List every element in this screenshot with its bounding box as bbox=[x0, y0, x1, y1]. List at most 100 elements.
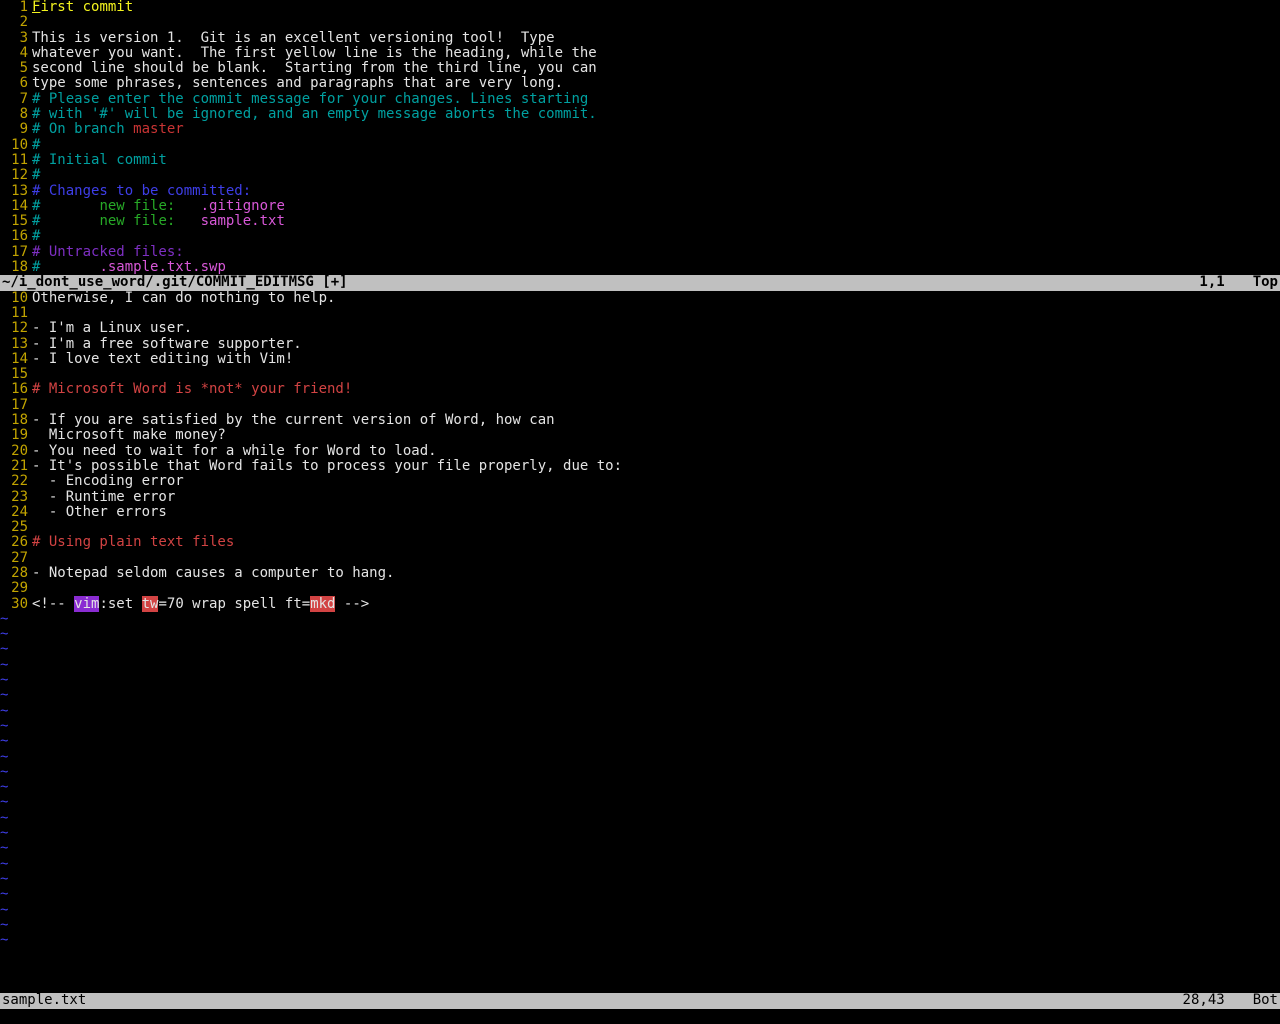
line-number: 14 bbox=[0, 199, 32, 214]
line-content[interactable]: # Initial commit bbox=[32, 153, 1280, 168]
code-line[interactable]: 3This is version 1. Git is an excellent … bbox=[0, 31, 1280, 46]
line-content[interactable]: - It's possible that Word fails to proce… bbox=[32, 459, 1280, 474]
line-content[interactable] bbox=[32, 520, 1280, 535]
top-status-scroll: Top bbox=[1253, 275, 1278, 290]
line-content[interactable]: Microsoft make money? bbox=[32, 428, 1280, 443]
line-content[interactable] bbox=[32, 306, 1280, 321]
line-number: 8 bbox=[0, 107, 32, 122]
code-line[interactable]: 15# new file: sample.txt bbox=[0, 214, 1280, 229]
bottom-pane[interactable]: 10Otherwise, I can do nothing to help.11… bbox=[0, 291, 1280, 994]
code-line[interactable]: 10Otherwise, I can do nothing to help. bbox=[0, 291, 1280, 306]
line-number: 5 bbox=[0, 61, 32, 76]
line-content[interactable]: # new file: sample.txt bbox=[32, 214, 1280, 229]
line-content[interactable]: - Encoding error bbox=[32, 474, 1280, 489]
command-line[interactable] bbox=[0, 1009, 1280, 1024]
line-number: 10 bbox=[0, 138, 32, 153]
empty-line: ~ bbox=[0, 750, 1280, 765]
code-line[interactable]: 24 - Other errors bbox=[0, 505, 1280, 520]
top-pane[interactable]: 1First commit23This is version 1. Git is… bbox=[0, 0, 1280, 275]
code-line[interactable]: 16# Microsoft Word is *not* your friend! bbox=[0, 382, 1280, 397]
line-content[interactable]: Otherwise, I can do nothing to help. bbox=[32, 291, 1280, 306]
code-line[interactable]: 21- It's possible that Word fails to pro… bbox=[0, 459, 1280, 474]
line-content[interactable]: This is version 1. Git is an excellent v… bbox=[32, 31, 1280, 46]
code-line[interactable]: 7# Please enter the commit message for y… bbox=[0, 92, 1280, 107]
code-line[interactable]: 27 bbox=[0, 551, 1280, 566]
code-line[interactable]: 18# .sample.txt.swp bbox=[0, 260, 1280, 275]
line-content[interactable]: - I'm a free software supporter. bbox=[32, 337, 1280, 352]
code-line[interactable]: 20- You need to wait for a while for Wor… bbox=[0, 444, 1280, 459]
line-content[interactable]: # bbox=[32, 138, 1280, 153]
code-line[interactable]: 17 bbox=[0, 398, 1280, 413]
code-line[interactable]: 12- I'm a Linux user. bbox=[0, 321, 1280, 336]
code-line[interactable]: 13# Changes to be committed: bbox=[0, 184, 1280, 199]
line-content[interactable]: whatever you want. The first yellow line… bbox=[32, 46, 1280, 61]
code-line[interactable]: 11 bbox=[0, 306, 1280, 321]
line-content[interactable]: # Please enter the commit message for yo… bbox=[32, 92, 1280, 107]
line-content[interactable]: # Microsoft Word is *not* your friend! bbox=[32, 382, 1280, 397]
code-line[interactable]: 12# bbox=[0, 168, 1280, 183]
top-status-left: ~/i_dont_use_word/.git/COMMIT_EDITMSG [+… bbox=[2, 275, 348, 290]
code-line[interactable]: 9# On branch master bbox=[0, 122, 1280, 137]
line-content[interactable]: # with '#' will be ignored, and an empty… bbox=[32, 107, 1280, 122]
line-content[interactable]: - I love text editing with Vim! bbox=[32, 352, 1280, 367]
line-content[interactable]: First commit bbox=[32, 0, 1280, 15]
line-content[interactable]: # Changes to be committed: bbox=[32, 184, 1280, 199]
code-line[interactable]: 14# new file: .gitignore bbox=[0, 199, 1280, 214]
code-line[interactable]: 29 bbox=[0, 581, 1280, 596]
line-number: 17 bbox=[0, 398, 32, 413]
code-line[interactable]: 5second line should be blank. Starting f… bbox=[0, 61, 1280, 76]
line-number: 22 bbox=[0, 474, 32, 489]
code-line[interactable]: 17# Untracked files: bbox=[0, 245, 1280, 260]
code-line[interactable]: 8# with '#' will be ignored, and an empt… bbox=[0, 107, 1280, 122]
line-content[interactable] bbox=[32, 15, 1280, 30]
line-number: 11 bbox=[0, 153, 32, 168]
line-content[interactable]: - Runtime error bbox=[32, 490, 1280, 505]
code-line[interactable]: 13- I'm a free software supporter. bbox=[0, 337, 1280, 352]
line-content[interactable]: # bbox=[32, 229, 1280, 244]
code-line[interactable]: 15 bbox=[0, 367, 1280, 382]
code-line[interactable]: 6type some phrases, sentences and paragr… bbox=[0, 76, 1280, 91]
code-line[interactable]: 11# Initial commit bbox=[0, 153, 1280, 168]
line-content[interactable]: - If you are satisfied by the current ve… bbox=[32, 413, 1280, 428]
code-line[interactable]: 18- If you are satisfied by the current … bbox=[0, 413, 1280, 428]
line-number: 29 bbox=[0, 581, 32, 596]
line-content[interactable]: type some phrases, sentences and paragra… bbox=[32, 76, 1280, 91]
line-number: 2 bbox=[0, 15, 32, 30]
code-line[interactable]: 16# bbox=[0, 229, 1280, 244]
line-content[interactable]: # Using plain text files bbox=[32, 535, 1280, 550]
line-content[interactable] bbox=[32, 581, 1280, 596]
line-number: 16 bbox=[0, 382, 32, 397]
line-number: 13 bbox=[0, 337, 32, 352]
line-content[interactable] bbox=[32, 398, 1280, 413]
line-content[interactable]: - Notepad seldom causes a computer to ha… bbox=[32, 566, 1280, 581]
line-content[interactable]: <!-- vim:set tw=70 wrap spell ft=mkd --> bbox=[32, 597, 1280, 612]
line-content[interactable]: - Other errors bbox=[32, 505, 1280, 520]
line-content[interactable]: # On branch master bbox=[32, 122, 1280, 137]
line-content[interactable]: # Untracked files: bbox=[32, 245, 1280, 260]
code-line[interactable]: 10# bbox=[0, 138, 1280, 153]
empty-line: ~ bbox=[0, 780, 1280, 795]
code-line[interactable]: 23 - Runtime error bbox=[0, 490, 1280, 505]
code-line[interactable]: 19 Microsoft make money? bbox=[0, 428, 1280, 443]
line-content[interactable]: # bbox=[32, 168, 1280, 183]
code-line[interactable]: 14- I love text editing with Vim! bbox=[0, 352, 1280, 367]
line-content[interactable]: - You need to wait for a while for Word … bbox=[32, 444, 1280, 459]
empty-line: ~ bbox=[0, 734, 1280, 749]
code-line[interactable]: 2 bbox=[0, 15, 1280, 30]
code-line[interactable]: 4whatever you want. The first yellow lin… bbox=[0, 46, 1280, 61]
line-content[interactable]: - I'm a Linux user. bbox=[32, 321, 1280, 336]
empty-line: ~ bbox=[0, 795, 1280, 810]
line-content[interactable] bbox=[32, 367, 1280, 382]
code-line[interactable]: 25 bbox=[0, 520, 1280, 535]
code-line[interactable]: 30<!-- vim:set tw=70 wrap spell ft=mkd -… bbox=[0, 597, 1280, 612]
code-line[interactable]: 22 - Encoding error bbox=[0, 474, 1280, 489]
line-content[interactable]: # new file: .gitignore bbox=[32, 199, 1280, 214]
line-content[interactable]: # .sample.txt.swp bbox=[32, 260, 1280, 275]
line-content[interactable]: second line should be blank. Starting fr… bbox=[32, 61, 1280, 76]
code-line[interactable]: 28- Notepad seldom causes a computer to … bbox=[0, 566, 1280, 581]
bottom-statusbar: sample.txt 28,43 Bot bbox=[0, 993, 1280, 1008]
line-content[interactable] bbox=[32, 551, 1280, 566]
line-number: 21 bbox=[0, 459, 32, 474]
code-line[interactable]: 1First commit bbox=[0, 0, 1280, 15]
code-line[interactable]: 26# Using plain text files bbox=[0, 535, 1280, 550]
